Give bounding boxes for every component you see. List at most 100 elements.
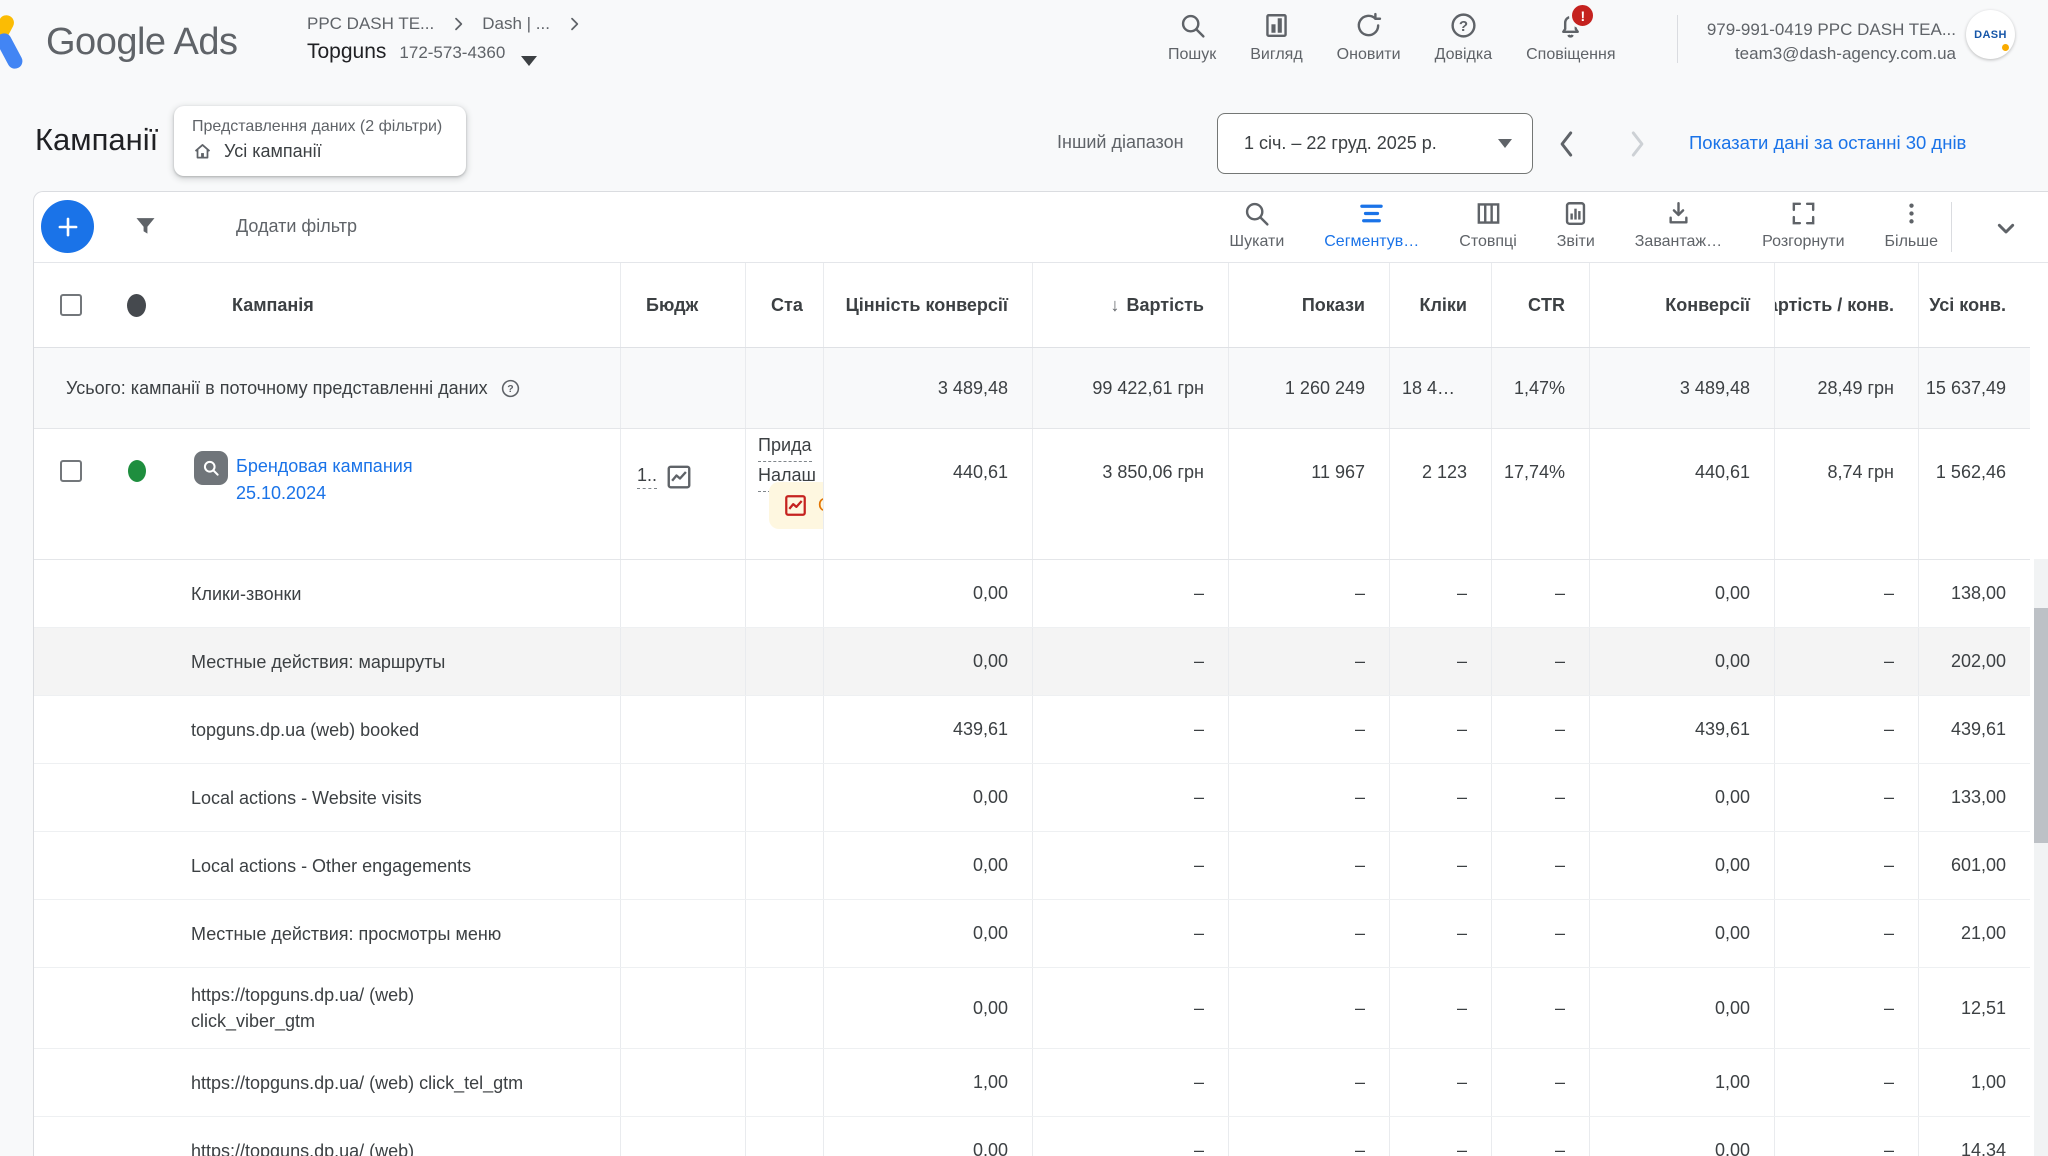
top-bar: Google Ads PPC DASH TE... Dash | ... Top… [0, 0, 2048, 84]
show-last-30-days-link[interactable]: Показати дані за останні 30 днів [1689, 132, 1966, 154]
column-campaign[interactable]: Кампанія [34, 263, 621, 347]
expand-button[interactable]: Розгорнути [1762, 199, 1844, 251]
totals-cost: 99 422,61 грн [1033, 348, 1229, 428]
nav-help-button[interactable]: ? Довідка [1435, 11, 1493, 64]
metric-budget [621, 968, 746, 1048]
status-cell: Прида Налаш О [746, 429, 824, 559]
conversion-action-text: https://topguns.dp.ua/ (web) [191, 1138, 414, 1156]
metric-impressions: – [1229, 968, 1390, 1048]
select-all-checkbox[interactable] [60, 294, 82, 316]
columns-button[interactable]: Стовпці [1459, 199, 1516, 251]
metric-budget [621, 696, 746, 763]
conversion-action-text: https://topguns.dp.ua/ (web) click_tel_g… [191, 1070, 523, 1096]
column-conversions[interactable]: Конверсії [1590, 263, 1775, 347]
metric-budget [621, 832, 746, 899]
metric-conversions: 0,00 [1590, 900, 1775, 967]
column-budget[interactable]: Бюдж [621, 263, 746, 347]
svg-text:?: ? [1459, 18, 1468, 35]
account-name[interactable]: Topguns [307, 40, 386, 64]
page-title: Кампанії [35, 122, 158, 158]
more-button[interactable]: Більше [1885, 199, 1938, 251]
download-button[interactable]: Завантаж… [1635, 199, 1722, 251]
campaign-cost-per-conv: 8,74 грн [1775, 429, 1919, 559]
row-checkbox[interactable] [60, 460, 82, 482]
limited-status-chip[interactable]: О [769, 482, 824, 529]
column-ctr[interactable]: CTR [1492, 263, 1590, 347]
nav-notifications-button[interactable]: ! Сповіщення [1526, 11, 1615, 64]
enabled-status-dot-icon [128, 460, 146, 482]
metric-conv-value: 439,61 [824, 696, 1033, 763]
conversion-rows: Клики-звонки0,00––––0,00–138,00Местные д… [34, 560, 2048, 1156]
metric-ctr: – [1492, 900, 1590, 967]
metric-cost: – [1033, 1049, 1229, 1116]
table-row: https://topguns.dp.ua/ (web) click_tel_g… [34, 1049, 2030, 1117]
column-cost-per-conv[interactable]: Вартість / конв. [1775, 263, 1919, 347]
metric-impressions: – [1229, 560, 1390, 627]
breadcrumb-level2[interactable]: Dash | ... [482, 14, 550, 34]
breadcrumb-level1[interactable]: PPC DASH TE... [307, 14, 434, 34]
data-view-subtitle: Представлення даних (2 фільтри) [192, 118, 442, 136]
conversion-action-text: Местные действия: просмотры меню [191, 921, 501, 947]
metric-budget [621, 764, 746, 831]
totals-budget-empty [621, 348, 746, 428]
column-impressions[interactable]: Покази [1229, 263, 1390, 347]
metric-cost: – [1033, 1117, 1229, 1156]
reports-button[interactable]: Звіти [1557, 199, 1595, 251]
magnifier-chip-icon[interactable] [194, 451, 228, 485]
metric-budget [621, 1049, 746, 1116]
metric-clicks: – [1390, 628, 1492, 695]
avatar[interactable]: DASH [1966, 10, 2015, 59]
metric-conversions: 0,00 [1590, 968, 1775, 1048]
account-info[interactable]: 979-991-0419 PPC DASH TEA... team3@dash-… [1690, 18, 1956, 66]
budget-value[interactable]: 1.. [637, 465, 657, 489]
account-switcher-caret-icon[interactable] [521, 56, 537, 66]
previous-range-button[interactable] [1552, 128, 1582, 160]
campaign-row: Брендовая кампания 25.10.2024 1.. Прида … [34, 429, 2030, 560]
metric-status [746, 1049, 824, 1116]
date-range-button[interactable]: 1 січ. – 22 груд. 2025 р. [1217, 113, 1533, 174]
metric-all-conv: 133,00 [1919, 764, 2030, 831]
metric-conv-value: 0,00 [824, 560, 1033, 627]
metric-all-conv: 138,00 [1919, 560, 2030, 627]
metric-clicks: – [1390, 764, 1492, 831]
filter-funnel-icon[interactable] [132, 213, 159, 240]
breadcrumb: PPC DASH TE... Dash | ... Topguns 172-57… [307, 9, 582, 64]
add-campaign-button[interactable] [41, 200, 94, 253]
metric-impressions: – [1229, 1117, 1390, 1156]
metric-status [746, 832, 824, 899]
bid-strategy-chart-icon[interactable] [664, 462, 694, 492]
nav-refresh-button[interactable]: Оновити [1337, 11, 1401, 64]
plus-icon [55, 214, 81, 240]
svg-text:?: ? [507, 383, 513, 395]
status-text-1[interactable]: Прида [758, 432, 812, 462]
metric-status [746, 628, 824, 695]
metric-ctr: – [1492, 696, 1590, 763]
add-filter-label[interactable]: Додати фільтр [236, 216, 357, 237]
column-status[interactable]: Ста [746, 263, 824, 347]
collapse-table-button[interactable] [1990, 212, 2022, 244]
campaign-name-link[interactable]: Брендовая кампания 25.10.2024 [236, 453, 413, 507]
scrollbar-thumb[interactable] [2034, 608, 2048, 843]
search-in-table-button[interactable]: Шукати [1229, 199, 1284, 251]
reports-icon [1561, 199, 1590, 228]
metric-status [746, 1117, 824, 1156]
nav-search-button[interactable]: Пошук [1168, 11, 1216, 64]
column-cost[interactable]: ↓Вартість [1033, 263, 1229, 347]
metric-budget [621, 560, 746, 627]
metric-impressions: – [1229, 628, 1390, 695]
metric-status [746, 900, 824, 967]
metric-ctr: – [1492, 1117, 1590, 1156]
column-conv-value[interactable]: Цінність конверсії [824, 263, 1033, 347]
totals-label: Усього: кампанії в поточному представлен… [34, 348, 621, 428]
segment-button[interactable]: Сегментув… [1324, 199, 1419, 251]
data-view-chip[interactable]: Представлення даних (2 фільтри) Усі камп… [174, 106, 466, 176]
column-clicks[interactable]: Кліки [1390, 263, 1492, 347]
conversion-action-label: topguns.dp.ua (web) booked [34, 696, 621, 763]
table-row: Клики-звонки0,00––––0,00–138,00 [34, 560, 2030, 628]
conversion-action-label: Местные действия: просмотры меню [34, 900, 621, 967]
nav-view-button[interactable]: Вигляд [1250, 11, 1302, 64]
campaign-cost: 3 850,06 грн [1033, 429, 1229, 559]
column-all-conv[interactable]: Усі конв. [1919, 263, 2030, 347]
help-circle-icon[interactable]: ? [500, 378, 521, 399]
metric-conv-value: 0,00 [824, 968, 1033, 1048]
